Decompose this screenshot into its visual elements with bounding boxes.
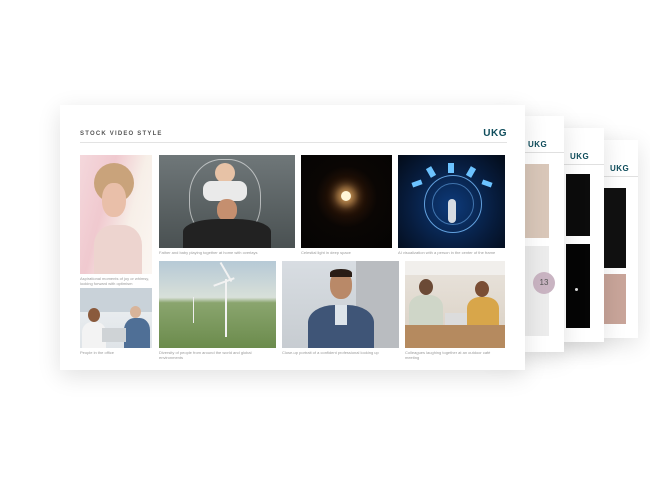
turbine-blade — [213, 277, 235, 287]
light-orb — [341, 191, 351, 201]
person-head — [88, 308, 100, 322]
video-thumbnail — [566, 174, 590, 236]
video-tile-portrait — [282, 261, 399, 348]
ray-bar — [448, 163, 454, 173]
video-tile-celestial — [301, 155, 392, 248]
shirt-collar — [335, 305, 347, 325]
ukg-logo: UKG — [483, 128, 507, 139]
number-badge: 13 — [533, 272, 555, 294]
tile-caption: People in the office — [80, 350, 114, 355]
face-shape — [102, 183, 126, 217]
ray-bar — [425, 166, 437, 178]
turbine-tower — [193, 297, 194, 323]
turbine-tower — [225, 279, 227, 337]
person-figure — [448, 199, 456, 223]
table — [405, 325, 505, 348]
laptop — [445, 313, 467, 325]
header-rule — [80, 142, 507, 143]
person-head — [419, 279, 433, 295]
main-page: STOCK VIDEO STYLE UKG Aspirational momen… — [60, 105, 525, 370]
page-logo: UKG — [610, 164, 630, 173]
laptop — [102, 328, 126, 342]
page-logo: UKG — [570, 152, 590, 161]
awning — [405, 261, 505, 275]
video-thumbnail — [566, 244, 590, 328]
ray-bar — [481, 179, 493, 188]
video-thumbnail — [525, 164, 549, 238]
video-tile-office — [80, 288, 152, 348]
father-head — [217, 199, 237, 221]
person-body — [409, 295, 443, 325]
video-thumbnail — [604, 188, 626, 268]
video-tile-father-baby — [159, 155, 295, 248]
page-title: STOCK VIDEO STYLE — [80, 131, 163, 137]
video-thumbnail — [604, 274, 626, 324]
shoulder-shape — [94, 225, 142, 274]
video-tile-ai-visual — [398, 155, 505, 248]
tile-caption: Aspirational moments of joy or whimsy, l… — [80, 276, 150, 286]
tile-caption: Colleagues laughing together at an outdo… — [405, 350, 491, 360]
video-tile-wind-turbines — [159, 261, 276, 348]
tile-caption: Close-up portrait of a confident profess… — [282, 350, 379, 355]
tile-caption: Father and baby playing together at home… — [159, 250, 258, 255]
baby-body — [203, 181, 247, 201]
video-tile-cafe — [405, 261, 505, 348]
father-body — [183, 219, 271, 248]
video-thumbnail: 13 — [525, 246, 555, 336]
ray-bar — [465, 166, 477, 178]
person-head — [475, 281, 489, 297]
hair-shape — [330, 269, 352, 277]
star-point — [575, 288, 578, 291]
person-body — [124, 318, 150, 348]
video-tile-joy — [80, 155, 152, 274]
tile-caption: Diversity of people from around the worl… — [159, 350, 252, 360]
tile-caption: Celestial light in deep space — [301, 250, 351, 255]
person-head — [130, 306, 141, 318]
tile-caption: AI visualization with a person in the ce… — [398, 250, 496, 255]
person-body — [467, 297, 499, 325]
page-logo: UKG — [528, 140, 548, 149]
ray-bar — [411, 179, 423, 188]
baby-head — [215, 163, 235, 183]
